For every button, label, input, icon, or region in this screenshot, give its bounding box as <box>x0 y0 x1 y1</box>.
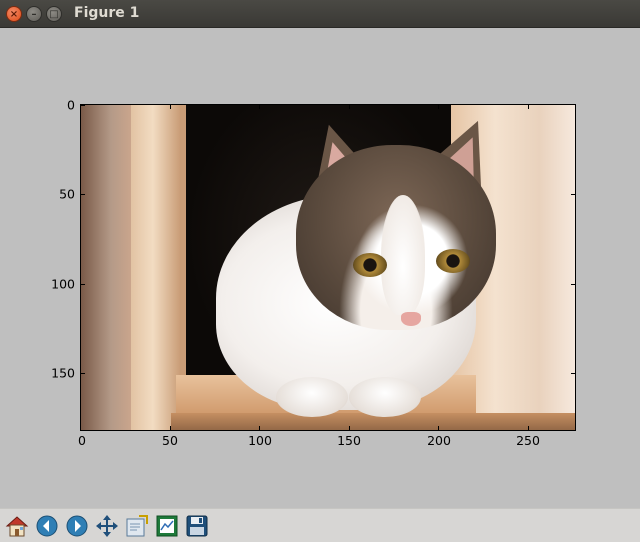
x-tick-mark-top <box>170 105 171 109</box>
home-button[interactable] <box>4 513 30 539</box>
y-tick-mark-right <box>571 284 575 285</box>
window-titlebar[interactable]: × – □ Figure 1 <box>0 0 640 28</box>
cat-eye-left <box>353 253 387 277</box>
y-tick-mark <box>81 373 85 374</box>
y-tick-mark <box>81 194 85 195</box>
cat-eye-right <box>436 249 470 273</box>
x-tick-mark-top <box>259 105 260 109</box>
y-tick-mark <box>81 284 85 285</box>
x-tick-mark-top <box>438 105 439 109</box>
y-tick-label: 0 <box>67 97 75 113</box>
y-tick-label: 100 <box>51 276 75 292</box>
cat-photo <box>81 105 575 430</box>
zoom-rect-button[interactable] <box>124 513 150 539</box>
x-tick-mark <box>528 426 529 430</box>
x-tick-mark <box>170 426 171 430</box>
x-tick-mark-top <box>528 105 529 109</box>
x-tick-mark <box>438 426 439 430</box>
x-tick-mark <box>259 426 260 430</box>
home-icon <box>5 516 29 537</box>
forward-button[interactable] <box>64 513 90 539</box>
x-tick-label: 50 <box>162 433 178 448</box>
x-tick-label: 200 <box>427 433 451 448</box>
pan-move-icon <box>96 515 118 537</box>
zoom-to-rect-icon <box>126 515 148 537</box>
navigation-toolbar <box>0 508 640 542</box>
cat-paw-right <box>349 377 421 417</box>
axes-image-area[interactable] <box>80 104 576 431</box>
cat-nose <box>401 312 421 326</box>
y-tick-label: 50 <box>59 186 75 202</box>
cat-paw-left <box>276 377 348 417</box>
forward-arrow-icon <box>66 515 88 537</box>
y-tick-mark <box>81 105 85 106</box>
x-tick-mark <box>349 426 350 430</box>
y-tick-mark-right <box>571 194 575 195</box>
x-tick-mark-top <box>349 105 350 109</box>
minimize-window-button[interactable]: – <box>26 6 42 22</box>
back-button[interactable] <box>34 513 60 539</box>
y-tick-mark-right <box>571 373 575 374</box>
y-tick-label: 150 <box>51 365 75 381</box>
save-icon <box>186 515 208 537</box>
window-title: Figure 1 <box>74 5 140 21</box>
pan-button[interactable] <box>94 513 120 539</box>
save-button[interactable] <box>184 513 210 539</box>
x-tick-label: 250 <box>516 433 540 448</box>
x-tick-label: 0 <box>78 433 86 448</box>
x-tick-mark <box>80 426 81 430</box>
x-tick-label: 100 <box>248 433 272 448</box>
close-window-button[interactable]: × <box>6 6 22 22</box>
configure-subplots-icon <box>156 515 178 537</box>
back-arrow-icon <box>36 515 58 537</box>
configure-subplots-button[interactable] <box>154 513 180 539</box>
x-tick-label: 150 <box>337 433 361 448</box>
maximize-window-button[interactable]: □ <box>46 6 62 22</box>
